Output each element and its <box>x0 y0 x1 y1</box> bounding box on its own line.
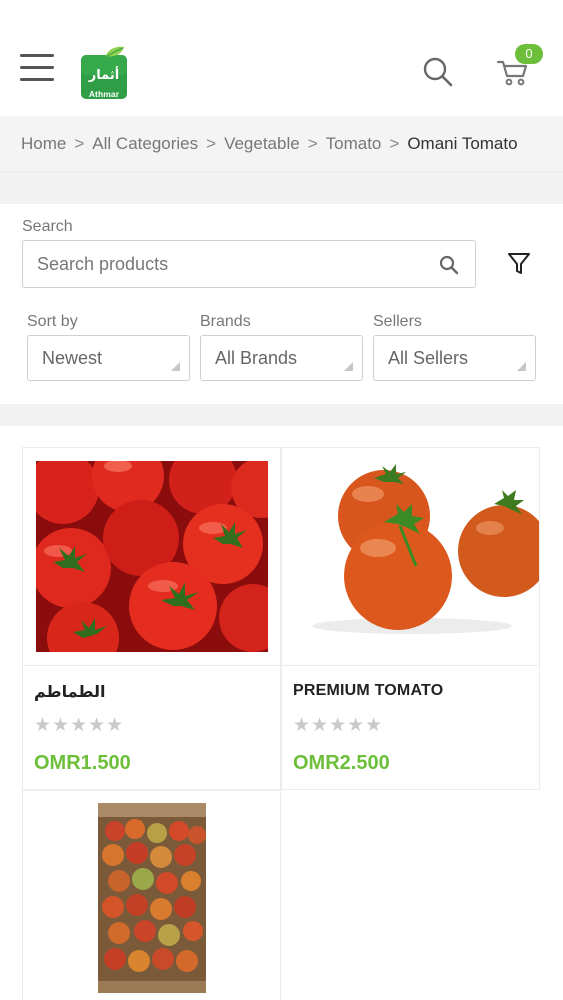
breadcrumb-tomato[interactable]: Tomato <box>326 134 382 153</box>
dropdown-arrow-icon <box>344 362 353 371</box>
search-icon[interactable] <box>422 56 454 88</box>
filter-icon[interactable] <box>506 251 532 277</box>
rating-stars: ★★★★★ <box>34 715 125 736</box>
breadcrumb: Home > All Categories > Vegetable > Tomato > Oma… <box>0 116 563 172</box>
breadcrumb-separator: > <box>206 134 217 153</box>
product-image[interactable] <box>23 791 280 1000</box>
brands-label: Brands <box>200 313 251 330</box>
sort-by-label: Sort by <box>27 313 78 330</box>
sort-by-value: Newest <box>42 348 103 368</box>
product-card[interactable]: PREMIUM TOMATO ★★★★★ OMR2.500 <box>281 447 540 790</box>
sellers-select[interactable]: All Sellers <box>373 335 536 381</box>
brands-value: All Brands <box>215 348 298 368</box>
section-divider <box>0 404 563 426</box>
breadcrumb-vegetable[interactable]: Vegetable <box>224 134 300 153</box>
dropdown-arrow-icon <box>171 362 180 371</box>
product-image[interactable] <box>23 448 280 666</box>
product-price: OMR2.500 <box>293 752 390 774</box>
product-name[interactable]: الطماطم <box>34 682 105 702</box>
dropdown-arrow-icon <box>517 362 526 371</box>
sellers-value: All Sellers <box>388 348 469 368</box>
athmar-logo[interactable]: أثمار Athmar <box>80 46 128 100</box>
sellers-label: Sellers <box>373 313 422 330</box>
cart-count-badge: 0 <box>515 44 543 64</box>
breadcrumb-separator: > <box>307 134 318 153</box>
rating-stars: ★★★★★ <box>293 715 384 736</box>
menu-icon[interactable] <box>20 54 54 82</box>
brands-select[interactable]: All Brands <box>200 335 363 381</box>
product-image[interactable] <box>282 448 539 666</box>
search-icon[interactable] <box>439 255 459 275</box>
product-name[interactable]: PREMIUM TOMATO <box>293 682 443 700</box>
breadcrumb-home[interactable]: Home <box>21 134 66 153</box>
product-card[interactable]: الطماطم ★★★★★ OMR1.500 <box>22 447 281 790</box>
breadcrumb-all-categories[interactable]: All Categories <box>92 134 198 153</box>
section-divider <box>0 172 563 204</box>
product-card[interactable] <box>22 790 281 1000</box>
search-input[interactable] <box>23 241 423 287</box>
product-price: OMR1.500 <box>34 752 131 774</box>
app-header: أثمار Athmar 0 <box>0 0 563 116</box>
breadcrumb-separator: > <box>389 134 400 153</box>
breadcrumb-current: Omani Tomato <box>407 134 518 153</box>
breadcrumb-separator: > <box>74 134 85 153</box>
search-field[interactable] <box>22 240 476 288</box>
search-label: Search <box>22 218 73 235</box>
sort-by-select[interactable]: Newest <box>27 335 190 381</box>
